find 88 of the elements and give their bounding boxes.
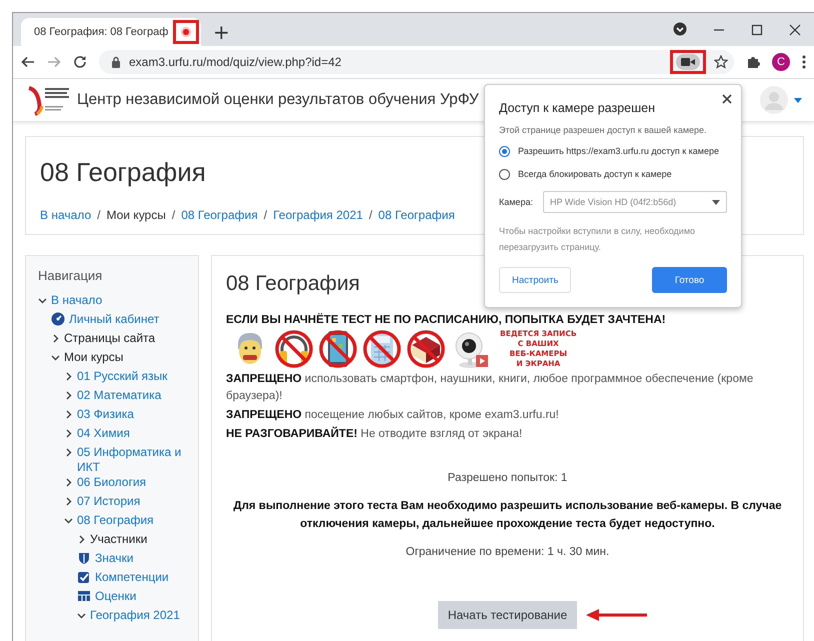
radio-button[interactable] (499, 146, 510, 157)
camera-dropdown[interactable]: HP Wide Vision HD (04f2:b56d) (542, 191, 727, 213)
navigation-item[interactable]: 06 Биология (77, 475, 146, 490)
popup-description: Этой странице разрешен доступ к вашей камере. (499, 125, 708, 135)
breadcrumb-text: Мои курсы (106, 208, 166, 222)
navigation-item[interactable]: 04 Химия (77, 426, 130, 441)
quiz-title: 08 География (226, 272, 360, 296)
popup-note: Чтобы настройки вступили в силу, необходимо перезагрузить страницу. (499, 225, 696, 254)
navigation-item[interactable]: Оценки (95, 589, 136, 604)
navigation-item[interactable]: 08 География (77, 513, 154, 528)
chevron-down-icon[interactable] (51, 353, 60, 362)
start-test-button[interactable]: Начать тестирование (438, 601, 578, 629)
breadcrumb-separator: / (97, 208, 100, 222)
close-icon[interactable] (789, 24, 801, 36)
navigation-item[interactable]: 05 Информатика и ИКТ (77, 445, 198, 475)
popup-title: Доступ к камере разрешен (499, 101, 656, 115)
chevron-right-icon[interactable] (64, 478, 73, 487)
puzzle-piece-icon[interactable] (746, 55, 760, 69)
chevron-right-icon[interactable] (64, 429, 73, 438)
navigation-item[interactable]: Компетенции (95, 570, 169, 585)
camera-requirement-text: Для выполнение этого теста Вам необходимо разрешить использование веб-камеры. В случае отключения камеры, дальнейшее прохождение теста будет недоступно. (232, 499, 783, 532)
breadcrumb-link[interactable]: География 2021 (273, 208, 363, 222)
profile-avatar[interactable]: C (772, 53, 790, 71)
configure-button[interactable]: Настроить (499, 267, 572, 293)
navigation-item[interactable]: Участники (90, 532, 148, 547)
browser-tab[interactable]: 08 География: 08 Географ (21, 18, 201, 46)
chevron-right-icon[interactable] (64, 448, 73, 457)
radio-label[interactable]: Разрешить https://exam3.urfu.ru доступ к камере (518, 145, 719, 158)
breadcrumb-separator: / (368, 208, 372, 222)
site-title: Центр независимой оценки результатов обучения УрФУ (77, 91, 479, 109)
camera-icon (681, 57, 695, 67)
caret-icon[interactable] (794, 98, 802, 102)
dashboard-icon (51, 312, 65, 326)
navigation-item[interactable]: Личный кабинет (69, 312, 160, 327)
chevron-right-icon[interactable] (51, 334, 60, 343)
navigation-item[interactable]: География 2021 (90, 608, 180, 623)
time-limit-text: Ограничение по времени: 1 ч. 30 мин. (404, 545, 610, 560)
breadcrumb-separator: / (264, 208, 268, 222)
reload-icon[interactable] (73, 55, 87, 69)
navigation-item[interactable]: 02 Математика (77, 388, 162, 403)
star-icon[interactable] (714, 55, 728, 69)
navigation-item[interactable]: Значки (95, 551, 134, 566)
attempts-text: Разрешено попыток: 1 (446, 471, 568, 486)
arrow (585, 608, 650, 622)
chevron-right-icon[interactable] (64, 410, 73, 419)
tab-search-icon[interactable] (673, 22, 687, 36)
chevron-down-icon[interactable] (38, 296, 47, 305)
navigation-item[interactable]: 03 Физика (77, 407, 134, 422)
navigation-item[interactable]: 01 Русский язык (77, 369, 168, 384)
rule-text: ЗАПРЕЩЕНО использовать смартфон, наушники, книги, любое программное обеспечение (кроме браузера)! (226, 372, 754, 404)
more-menu-icon[interactable] (802, 55, 806, 69)
close-icon[interactable] (722, 94, 732, 104)
breadcrumb-link[interactable]: 08 География (181, 208, 258, 222)
chevron-down-icon[interactable] (64, 516, 73, 525)
caret-icon (712, 200, 720, 204)
chevron-right-icon[interactable] (64, 391, 73, 400)
chevron-right-icon[interactable] (77, 535, 86, 544)
done-button[interactable]: Готово (652, 267, 727, 293)
breadcrumb-link[interactable]: В начало (40, 208, 92, 222)
navigation-item[interactable]: В начало (51, 293, 102, 308)
back-icon[interactable] (21, 56, 35, 68)
radio-label[interactable]: Всегда блокировать доступ к камере (518, 168, 672, 181)
navigation-item[interactable]: Страницы сайта (64, 331, 156, 346)
table-icon (77, 589, 91, 603)
navigation-title: Навигация (38, 268, 104, 283)
chevron-right-icon[interactable] (64, 497, 73, 506)
maximize-icon[interactable] (751, 24, 763, 36)
rule-text: ЗАПРЕЩЕНО посещение любых сайтов, кроме exam3.urfu.ru! (226, 408, 560, 423)
lock-icon (111, 56, 121, 68)
breadcrumb-link[interactable]: 08 География (378, 208, 455, 222)
address-field[interactable]: exam3.urfu.ru/mod/quiz/view.php?id=42 (99, 50, 734, 74)
url-text: exam3.urfu.ru/mod/quiz/view.php?id=42 (129, 55, 342, 69)
chevron-right-icon[interactable] (64, 372, 73, 381)
navigation-item[interactable]: Мои курсы (64, 350, 124, 365)
chevron-down-icon[interactable] (77, 611, 86, 620)
checkbox-icon (77, 570, 91, 584)
rule-text: НЕ РАЗГОВАРИВАЙТЕ! Не отводите взгляд от экрана! (226, 426, 524, 442)
radio-button[interactable] (499, 169, 510, 180)
breadcrumb-separator: / (172, 208, 176, 222)
camera-label: Камера: (499, 197, 533, 207)
course-title: 08 География (40, 157, 206, 188)
dropdown-value: HP Wide Vision HD (04f2:b56d) (550, 197, 676, 207)
navigation-item[interactable]: 07 История (77, 494, 140, 509)
camera-in-use-button[interactable] (676, 54, 700, 70)
tab-title: 08 География: 08 Географ (34, 26, 168, 38)
shield-icon (77, 551, 91, 565)
warning-text: ЕСЛИ ВЫ НАЧНЁТЕ ТЕСТ НЕ ПО РАСПИСАНИЮ, ПОПЫТКА БУДЕТ ЗАЧТЕНА! (226, 314, 667, 326)
new-tab-button[interactable]: + (201, 18, 242, 46)
